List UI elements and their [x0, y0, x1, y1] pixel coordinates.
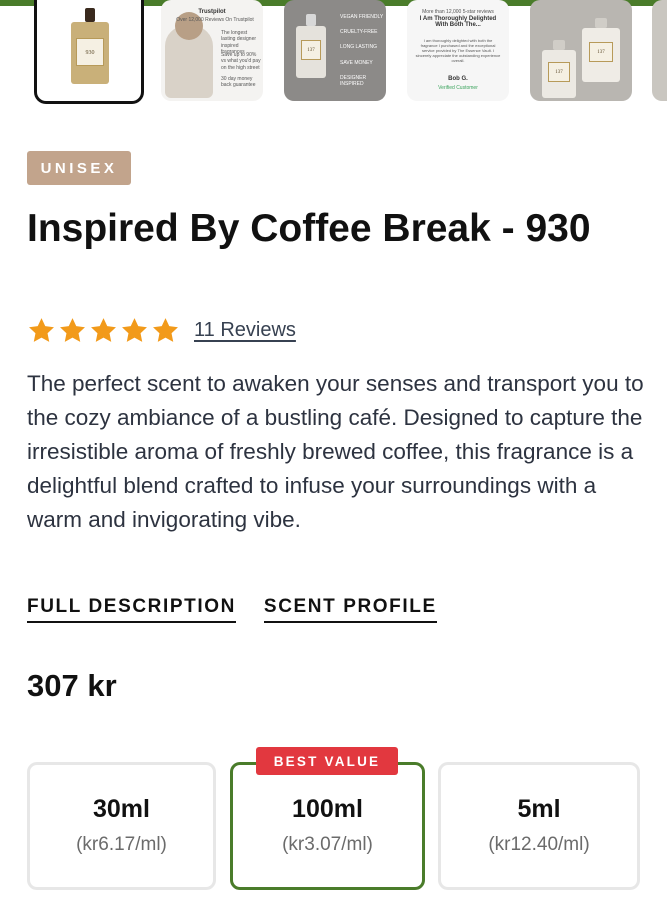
bottle-number-2: 137	[589, 42, 613, 62]
star-icon	[29, 318, 54, 342]
size-option-5ml[interactable]: 5ml (kr12.40/ml)	[438, 762, 640, 890]
full-description-link[interactable]: FULL DESCRIPTION	[27, 596, 236, 623]
bottle-number: 137	[548, 62, 570, 82]
review-author: Bob G.	[448, 76, 468, 82]
feature-5: DESIGNER INSPIRED	[340, 75, 367, 88]
star-icon	[153, 318, 178, 342]
gallery-thumb-3[interactable]: 137 VEGAN FRIENDLY CRUELTY-FREE LONG LAS…	[284, 0, 386, 101]
price-per-ml: (kr6.17/ml)	[76, 834, 167, 855]
feature-2: CRUELTY-FREE	[340, 29, 378, 35]
product-description: The perfect scent to awaken your senses …	[27, 371, 644, 532]
unisex-badge: UNISEX	[27, 151, 131, 185]
size-label: 5ml	[517, 795, 561, 823]
review-quote-title: I Am Thoroughly Delighted With Both The.…	[419, 16, 497, 28]
gallery-thumb-4[interactable]: More than 12,000 5-star reviews I Am Tho…	[407, 0, 509, 101]
star-rating	[27, 316, 180, 345]
trustpilot-header: Trustpilot	[198, 9, 226, 15]
feature-4: SAVE MONEY	[340, 60, 373, 66]
gallery-thumb-6[interactable]	[652, 0, 667, 101]
size-option-100ml[interactable]: 100ml (kr3.07/ml)	[230, 762, 425, 890]
review-header: More than 12,000 5-star reviews	[422, 9, 494, 15]
info-links: FULL DESCRIPTION SCENT PROFILE	[27, 596, 437, 623]
size-option-30ml[interactable]: 30ml (kr6.17/ml)	[27, 762, 216, 890]
product-title: Inspired By Coffee Break - 930	[27, 207, 591, 250]
bottle-image: 930	[71, 8, 109, 86]
image-gallery: 930 Trustpilot Over 12,000 Reviews On Tr…	[0, 0, 667, 110]
star-icon	[122, 318, 147, 342]
review-quote-body: I am thoroughly delighted with both the …	[415, 38, 501, 63]
trustpilot-subheader: Over 12,000 Reviews On Trustpilot	[176, 17, 254, 23]
size-label: 30ml	[93, 795, 150, 823]
product-price: 307 kr	[27, 668, 117, 703]
best-value-badge: BEST VALUE	[256, 747, 398, 775]
review-verified: Verified Customer	[438, 85, 478, 91]
bottle-image-2: 137	[582, 18, 620, 82]
bottle-number: 137	[301, 40, 321, 60]
gallery-thumb-2[interactable]: Trustpilot Over 12,000 Reviews On Trustp…	[161, 0, 263, 101]
trustpilot-point-3: 30 day money back guarantee	[221, 76, 256, 89]
star-icon	[91, 318, 116, 342]
bottle-image: 137	[542, 40, 576, 98]
gallery-thumb-1[interactable]: 930	[34, 0, 144, 104]
reviews-link[interactable]: 11 Reviews	[194, 319, 296, 342]
feature-3: LONG LASTING	[340, 44, 377, 50]
bottle-number: 930	[76, 38, 104, 66]
price-per-ml: (kr3.07/ml)	[282, 834, 373, 855]
feature-1: VEGAN FRIENDLY	[340, 14, 384, 20]
price-per-ml: (kr12.40/ml)	[488, 834, 590, 855]
bottle-image: 137	[296, 14, 326, 78]
star-icon	[60, 318, 85, 342]
rating-row: 11 Reviews	[27, 316, 296, 345]
gallery-thumb-5[interactable]: 137 137	[530, 0, 632, 101]
size-label: 100ml	[292, 795, 363, 823]
trustpilot-point-2: Save up to 90% vs what you'd pay on the …	[221, 52, 261, 71]
scent-profile-link[interactable]: SCENT PROFILE	[263, 596, 437, 623]
